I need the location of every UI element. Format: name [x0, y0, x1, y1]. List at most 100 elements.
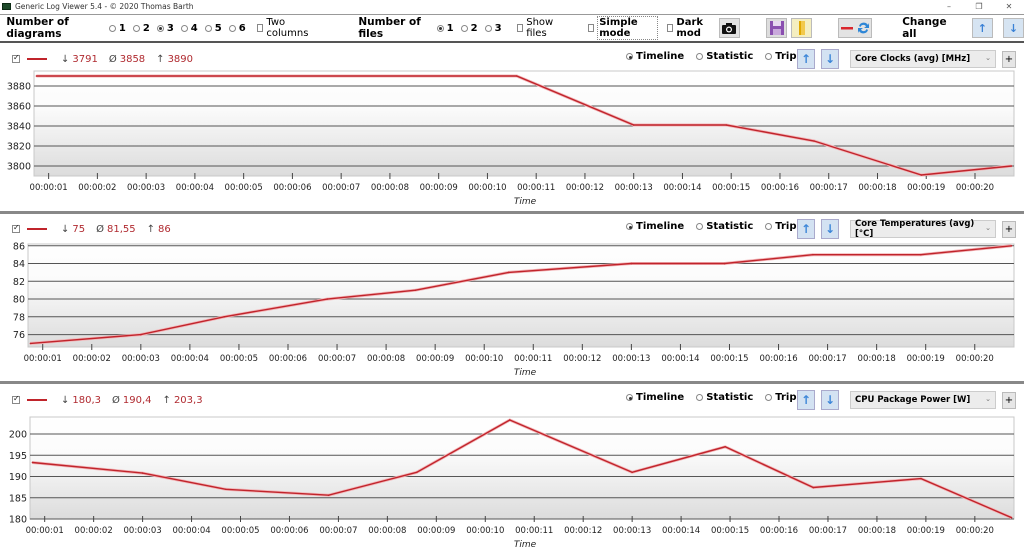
simple-mode-checkbox[interactable]: Simple mode — [587, 16, 658, 40]
files-radio-3[interactable]: 3 — [484, 23, 502, 34]
series-point — [1010, 165, 1013, 167]
diagrams-radio-label: 5 — [214, 22, 222, 34]
x-tick-label: 00:00:02 — [75, 526, 113, 536]
radio-dot[interactable] — [484, 24, 492, 32]
diagrams-label: Number of diagrams — [6, 16, 69, 40]
line-swap-button[interactable] — [838, 18, 873, 38]
series-enabled-checkbox[interactable] — [12, 394, 23, 404]
y-tick-label: 76 — [13, 330, 25, 341]
max-value: 3890 — [167, 53, 194, 65]
radio-dot[interactable] — [228, 24, 236, 32]
save-button[interactable] — [766, 18, 788, 38]
dark-mode-box[interactable] — [666, 24, 674, 32]
mode-radio-statistic[interactable]: Statistic — [696, 51, 753, 62]
show-files-checkbox[interactable]: Show files — [516, 17, 566, 39]
radio-dot[interactable] — [132, 24, 140, 32]
move-down-button[interactable]: ↓ — [821, 49, 839, 69]
x-tick-label: 00:00:01 — [24, 354, 62, 364]
radio-dot[interactable] — [626, 223, 633, 230]
radio-dot[interactable] — [156, 24, 164, 32]
radio-dot[interactable] — [626, 53, 633, 60]
files-radio-2[interactable]: 2 — [460, 23, 478, 34]
y-tick-label: 200 — [9, 430, 27, 441]
timeline-chart[interactable]: 180 185 190 195 200 00:00:01 00:00:02 00:00:03 0… — [0, 388, 1024, 554]
dark-mode-checkbox[interactable]: Dark mod — [666, 17, 719, 39]
series-enabled-box[interactable] — [12, 53, 20, 63]
diagram-panel-cpu-package-power: 180 185 190 195 200 00:00:01 00:00:02 00:00:03 0… — [0, 388, 1024, 554]
diagrams-radio-3[interactable]: 3 — [156, 23, 174, 34]
max-stat: ↑ 86 — [147, 224, 171, 235]
add-series-button[interactable]: + — [1002, 51, 1016, 68]
radio-dot[interactable] — [436, 24, 444, 32]
move-up-button[interactable]: ↑ — [797, 49, 815, 69]
sensor-select[interactable]: Core Temperatures (avg) [°C] ⌄ — [850, 219, 996, 239]
radio-dot[interactable] — [696, 394, 704, 401]
series-point — [630, 262, 633, 265]
maximize-button[interactable]: ❐ — [964, 0, 994, 13]
radio-dot[interactable] — [626, 394, 633, 401]
move-up-button[interactable]: ↑ — [797, 390, 815, 410]
sensor-select-value: CPU Package Power [W] — [855, 395, 971, 405]
sensor-select[interactable]: CPU Package Power [W] ⌄ — [850, 391, 996, 409]
x-tick-label: 00:00:08 — [368, 526, 406, 536]
radio-dot[interactable] — [765, 394, 773, 401]
x-tick-label: 00:00:12 — [566, 183, 604, 193]
arrow-up-icon: ↑ — [800, 222, 812, 236]
timeline-chart[interactable]: 3800 3820 3840 3860 3880 00:00:01 00:00:02 00:0… — [0, 47, 1024, 213]
radio-dot[interactable] — [696, 53, 704, 60]
title-bar: Generic Log Viewer 5.4 - © 2020 Thomas B… — [0, 0, 1024, 13]
series-legend-line — [27, 58, 47, 60]
x-tick-label: 00:00:13 — [613, 526, 651, 536]
x-tick-label: 00:00:03 — [127, 183, 165, 193]
diagrams-radio-6[interactable]: 6 — [228, 23, 246, 34]
timeline-chart[interactable]: 76 78 80 82 84 86 00:00:01 00:00:02 00:00:03 00:0… — [0, 217, 1024, 383]
series-enabled-box[interactable] — [12, 223, 20, 233]
add-series-button[interactable]: + — [1002, 392, 1016, 409]
series-point — [723, 262, 726, 265]
open-button[interactable] — [791, 18, 813, 38]
show-files-box[interactable] — [516, 24, 524, 32]
radio-dot[interactable] — [204, 24, 212, 32]
series-enabled-checkbox[interactable] — [12, 53, 23, 63]
radio-dot[interactable] — [765, 223, 773, 230]
x-tick-label: 00:00:12 — [563, 354, 601, 364]
radio-dot[interactable] — [180, 24, 188, 32]
diagrams-radio-1[interactable]: 1 — [108, 23, 126, 34]
simple-mode-box[interactable] — [587, 24, 595, 32]
radio-dot[interactable] — [108, 24, 116, 32]
mode-radio-statistic[interactable]: Statistic — [696, 392, 753, 403]
series-enabled-box[interactable] — [12, 394, 20, 404]
min-arrow-icon: ↓ — [61, 223, 70, 235]
screenshot-button[interactable] — [718, 18, 740, 38]
change-all-down-button[interactable]: ↓ — [1002, 18, 1024, 38]
radio-dot[interactable] — [765, 53, 773, 60]
two-columns-checkbox[interactable]: Two columns — [256, 17, 317, 39]
mode-radio-statistic[interactable]: Statistic — [696, 221, 753, 232]
add-series-button[interactable]: + — [1002, 221, 1016, 238]
mode-radio-timeline[interactable]: Timeline — [626, 221, 684, 232]
series-enabled-checkbox[interactable] — [12, 223, 23, 233]
move-down-button[interactable]: ↓ — [821, 219, 839, 239]
chevron-down-icon: ⌄ — [985, 395, 991, 403]
change-all-up-button[interactable]: ↑ — [971, 18, 993, 38]
x-tick-label: 00:00:07 — [318, 354, 356, 364]
diagrams-radio-2[interactable]: 2 — [132, 23, 150, 34]
mode-radio-timeline[interactable]: Timeline — [626, 392, 684, 403]
move-up-button[interactable]: ↑ — [797, 219, 815, 239]
sensor-select[interactable]: Core Clocks (avg) [MHz] ⌄ — [850, 50, 996, 68]
max-arrow-icon: ↑ — [146, 223, 156, 235]
mode-radio-timeline[interactable]: Timeline — [626, 51, 684, 62]
radio-dot[interactable] — [696, 223, 704, 230]
x-tick-label: 00:00:09 — [420, 183, 458, 193]
radio-dot[interactable] — [460, 24, 468, 32]
x-tick-label: 00:00:17 — [808, 354, 846, 364]
x-tick-label: 00:00:07 — [322, 183, 360, 193]
chevron-down-icon: ⌄ — [985, 54, 991, 62]
two-columns-box[interactable] — [256, 24, 264, 32]
diagrams-radio-4[interactable]: 4 — [180, 23, 198, 34]
close-button[interactable]: ✕ — [994, 0, 1024, 13]
minimize-button[interactable]: – — [934, 0, 964, 13]
files-radio-1[interactable]: 1 — [436, 23, 454, 34]
diagrams-radio-5[interactable]: 5 — [204, 22, 222, 34]
move-down-button[interactable]: ↓ — [821, 390, 839, 410]
